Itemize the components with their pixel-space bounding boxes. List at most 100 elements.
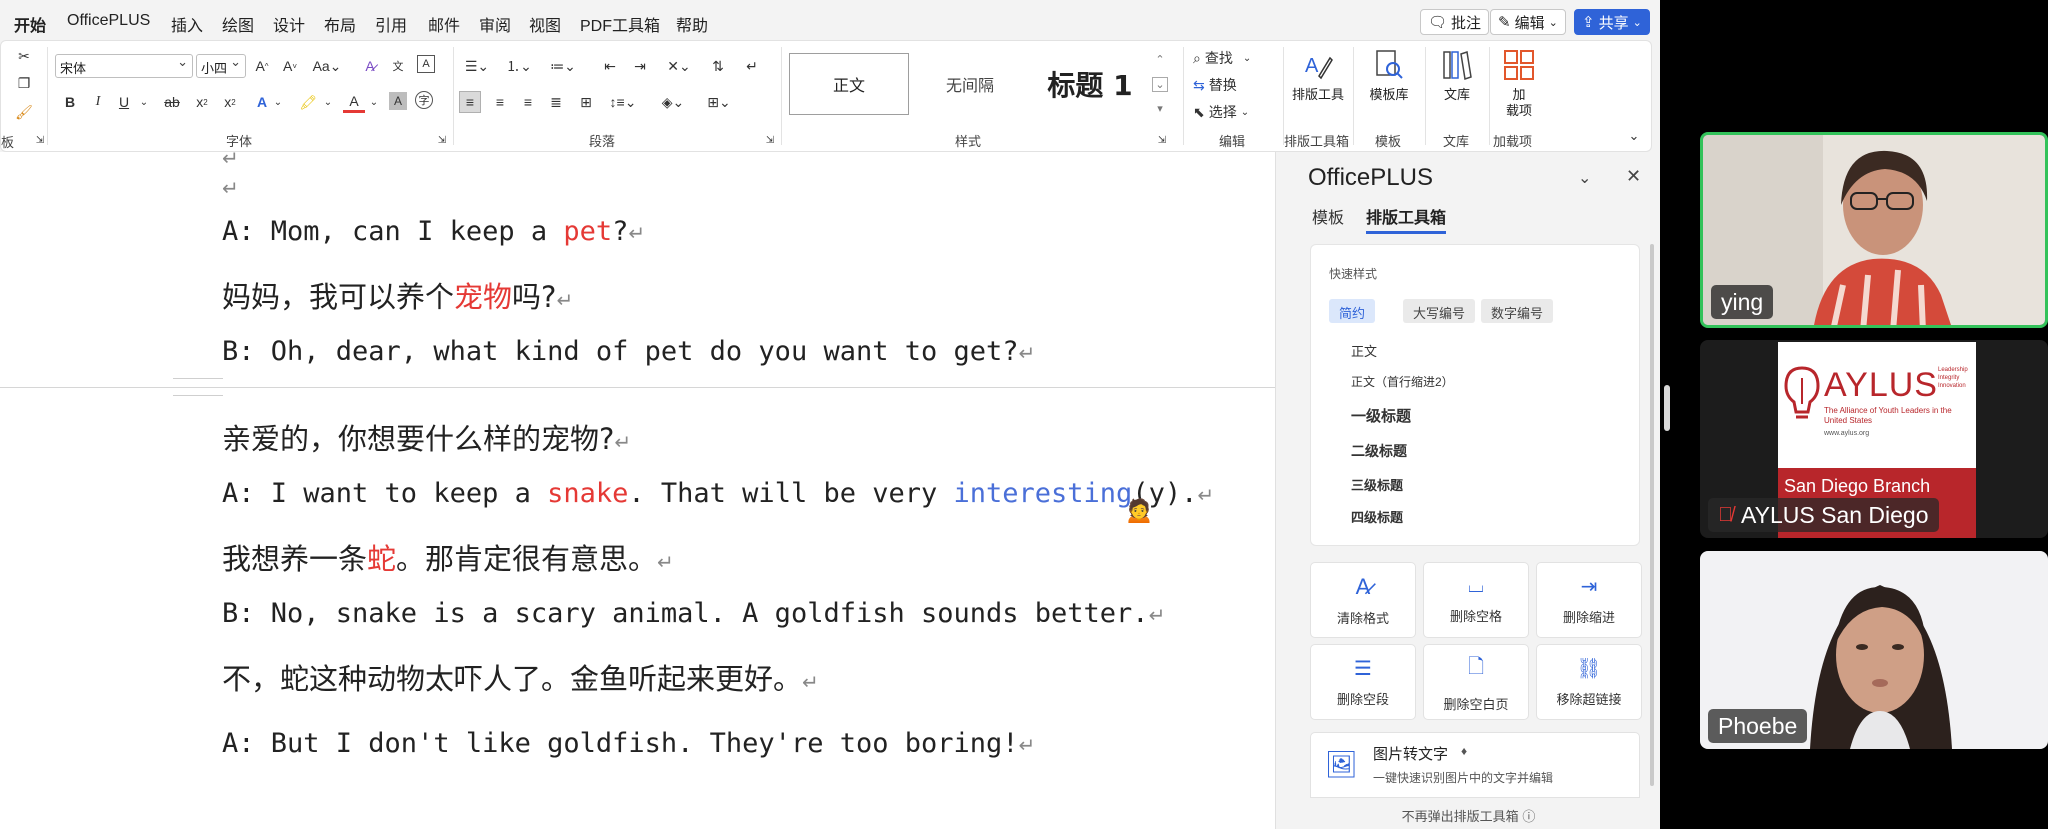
dialog-launcher-icon[interactable]: ⇲ <box>431 129 453 151</box>
chinese-dialogue-line[interactable]: 妈妈，我可以养个宠物吗?↵ <box>222 274 573 316</box>
menu-design[interactable]: 设计 <box>273 12 305 36</box>
chip-number-numbering[interactable]: 数字编号 <box>1481 299 1554 323</box>
cut-icon[interactable]: ✂ <box>13 45 35 67</box>
pane-footer[interactable]: 不再弹出排版工具箱 ⓘ <box>1276 806 1660 825</box>
tab-layout-toolbox[interactable]: 排版工具箱 <box>1366 204 1447 234</box>
highlight-icon[interactable]: 🖍 <box>297 91 319 113</box>
chevron-up-icon[interactable]: ⌃ <box>1155 53 1164 66</box>
english-dialogue-line[interactable]: A: But I don't like goldfish. They're to… <box>222 728 1035 759</box>
remove-hyperlink-tool[interactable]: ⛓ 移除超链接 <box>1536 644 1642 720</box>
align-right-icon[interactable]: ≡ <box>517 91 539 113</box>
chevron-down-icon[interactable]: ⌄ <box>363 91 385 113</box>
sort-icon[interactable]: ⇅ <box>707 55 729 77</box>
menu-layout[interactable]: 布局 <box>324 12 356 36</box>
align-left-icon[interactable]: ≡ <box>459 91 481 113</box>
menu-officeplus[interactable]: OfficePLUS <box>67 12 150 30</box>
show-marks-icon[interactable]: ↵ <box>741 55 763 77</box>
chevron-down-icon[interactable]: ⌄ <box>317 91 339 113</box>
delete-indent-tool[interactable]: ⇥ 删除缩进 <box>1536 562 1642 638</box>
tab-template[interactable]: 模板 <box>1312 204 1344 228</box>
shrink-font-icon[interactable]: A ˅ <box>279 55 301 77</box>
multilevel-list-icon[interactable]: ≔⌄ <box>547 55 579 77</box>
numbering-icon[interactable]: ⒈⌄ <box>503 55 535 77</box>
menu-help[interactable]: 帮助 <box>676 12 708 36</box>
line-spacing-icon[interactable]: ↕≡⌄ <box>607 91 639 113</box>
underline-icon[interactable]: U <box>113 91 135 113</box>
subscript-icon[interactable]: x2 <box>191 91 213 113</box>
change-case-icon[interactable]: Aa⌄ <box>311 55 343 77</box>
italic-icon[interactable]: I <box>87 91 109 113</box>
comment-button[interactable]: 🗨 批注 <box>1420 9 1490 35</box>
align-center-icon[interactable]: ≡ <box>489 91 511 113</box>
english-dialogue-line[interactable]: A: I want to keep a snake. That will be … <box>222 478 1214 509</box>
justify-icon[interactable]: ≣ <box>545 91 567 113</box>
video-tile-phoebe[interactable]: Phoebe <box>1700 551 2048 749</box>
document-page[interactable]: ↵ ↵ A: Mom, can I keep a pet?↵ 妈妈，我可以养个宠物… <box>0 152 1275 829</box>
menu-home[interactable]: 开始 <box>14 12 47 43</box>
select-button[interactable]: ⬉ 选择 ⌄ <box>1193 101 1249 123</box>
style-heading-1[interactable]: 标题 1 <box>1031 53 1149 115</box>
video-tile-aylus[interactable]: AYLUS Leadership Integrity Innovation Th… <box>1700 340 2048 538</box>
menu-view[interactable]: 视图 <box>529 12 561 36</box>
shading-icon[interactable]: ◈⌄ <box>657 91 689 113</box>
chip-uppercase-numbering[interactable]: 大写编号 <box>1403 299 1476 323</box>
dialog-launcher-icon[interactable]: ⇲ <box>1151 129 1173 151</box>
chip-simple[interactable]: 简约 <box>1329 299 1376 323</box>
chinese-dialogue-line[interactable]: 不，蛇这种动物太吓人了。金鱼听起来更好。↵ <box>222 656 819 698</box>
clear-format-tool[interactable]: A̷ 清除格式 <box>1310 562 1416 638</box>
distributed-icon[interactable]: ⊞ <box>575 91 597 113</box>
format-painter-icon[interactable]: 🖌 <box>13 101 35 123</box>
enclose-characters-icon[interactable]: 字 <box>415 91 433 109</box>
edit-mode-button[interactable]: ✎ 编辑 ⌄ <box>1490 9 1566 35</box>
quick-style-normal[interactable]: 正文 <box>1351 341 1377 360</box>
menu-review[interactable]: 审阅 <box>479 12 511 36</box>
style-no-spacing[interactable]: 无间隔 <box>911 53 1029 115</box>
pane-scrollbar[interactable] <box>1650 244 1654 786</box>
chinese-dialogue-line[interactable]: 亲爱的，你想要什么样的宠物?↵ <box>222 416 631 458</box>
chevron-down-icon[interactable]: ⌄ <box>1152 76 1168 92</box>
superscript-icon[interactable]: x2 <box>219 91 241 113</box>
quick-style-heading-1[interactable]: 一级标题 <box>1351 405 1411 426</box>
library-button[interactable]: 文库 <box>1427 47 1487 125</box>
font-color-icon[interactable]: A <box>343 91 365 113</box>
chevron-down-icon[interactable]: ⌄ <box>1578 168 1591 188</box>
english-dialogue-line[interactable]: B: No, snake is a scary animal. A goldfi… <box>222 598 1165 629</box>
quick-style-heading-3[interactable]: 三级标题 <box>1351 475 1403 494</box>
quick-style-heading-4[interactable]: 四级标题 <box>1351 507 1403 526</box>
chevron-down-icon[interactable]: ⌄ <box>267 91 289 113</box>
decrease-indent-icon[interactable]: ⇤ <box>599 55 621 77</box>
quick-style-heading-2[interactable]: 二级标题 <box>1351 441 1407 461</box>
replace-button[interactable]: ⇆ 替换 <box>1193 74 1237 96</box>
menu-insert[interactable]: 插入 <box>171 12 203 36</box>
more-styles-icon[interactable]: ▾ <box>1157 102 1163 115</box>
copy-icon[interactable]: ❐ <box>13 72 35 94</box>
image-to-text-card[interactable]: 🖼 图片转文字 ♦ 一键快速识别图片中的文字并编辑 <box>1310 732 1640 798</box>
quick-style-normal-indent[interactable]: 正文（首行缩进2） <box>1351 373 1454 390</box>
addins-button[interactable]: 加 载项 <box>1489 47 1549 125</box>
style-normal[interactable]: 正文 <box>789 53 909 115</box>
character-border-icon[interactable]: A <box>417 55 435 73</box>
borders-icon[interactable]: ⊞⌄ <box>701 91 737 113</box>
grow-font-icon[interactable]: A ^ <box>251 55 273 77</box>
layout-tools-button[interactable]: A 排版工具 <box>1288 47 1348 125</box>
character-shading-icon[interactable]: A <box>389 92 407 110</box>
chevron-down-icon[interactable]: ⌄ <box>133 91 155 113</box>
chevron-down-icon[interactable]: ⌄ <box>1623 125 1645 147</box>
dialog-launcher-icon[interactable]: ⇲ <box>759 129 781 151</box>
panel-resize-handle[interactable] <box>1664 385 1670 431</box>
chinese-layout-icon[interactable]: ✕⌄ <box>661 55 697 77</box>
styles-scroll[interactable]: ⌃ ⌄ ▾ <box>1151 53 1169 115</box>
bullets-icon[interactable]: ☰⌄ <box>461 55 493 77</box>
find-button[interactable]: ⌕ 查找 ⌄ <box>1193 47 1251 69</box>
increase-indent-icon[interactable]: ⇥ <box>629 55 651 77</box>
clear-formatting-icon[interactable]: A̷ <box>359 55 381 77</box>
menu-references[interactable]: 引用 <box>375 12 407 36</box>
bold-icon[interactable]: B <box>59 91 81 113</box>
strikethrough-icon[interactable]: ab <box>161 91 183 113</box>
font-name-select[interactable]: 宋体 <box>55 54 193 78</box>
font-size-select[interactable]: 小四 <box>196 54 246 78</box>
menu-pdf-tools[interactable]: PDF工具箱 <box>580 12 660 36</box>
close-icon[interactable]: ✕ <box>1626 166 1641 187</box>
delete-empty-paragraph-tool[interactable]: ☰ 删除空段 <box>1310 644 1416 720</box>
video-tile-ying[interactable]: ying <box>1700 132 2048 328</box>
